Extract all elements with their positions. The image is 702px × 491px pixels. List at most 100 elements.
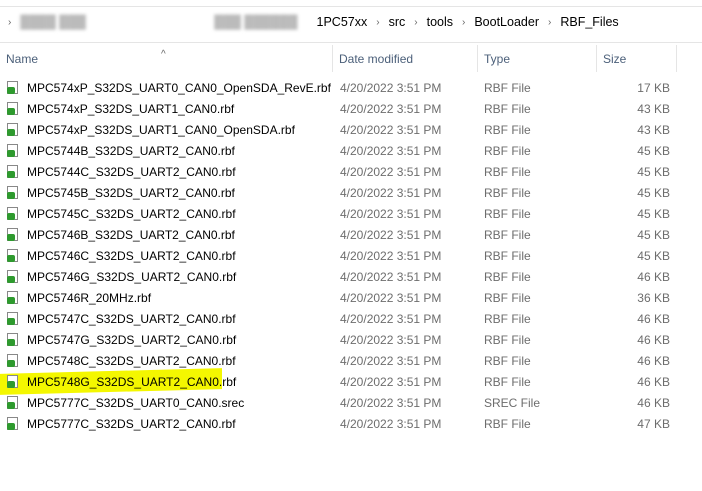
file-row[interactable]: MPC5748C_S32DS_UART2_CAN0.rbf 4/20/2022 3… bbox=[0, 350, 702, 371]
file-date: 4/20/2022 3:51 PM bbox=[340, 396, 442, 410]
column-date[interactable]: Date modified bbox=[333, 45, 478, 72]
file-row[interactable]: MPC5747C_S32DS_UART2_CAN0.rbf 4/20/2022 3… bbox=[0, 308, 702, 329]
file-name: MPC5777C_S32DS_UART2_CAN0.rbf bbox=[27, 417, 236, 431]
file-type: RBF File bbox=[484, 333, 531, 347]
file-date: 4/20/2022 3:51 PM bbox=[340, 144, 442, 158]
file-row[interactable]: MPC5777C_S32DS_UART0_CAN0.srec 4/20/2022 … bbox=[0, 392, 702, 413]
file-type: RBF File bbox=[484, 417, 531, 431]
breadcrumb-item[interactable]: src bbox=[389, 15, 406, 29]
file-icon bbox=[7, 228, 18, 241]
file-name: MPC5747G_S32DS_UART2_CAN0.rbf bbox=[27, 333, 237, 347]
file-row[interactable]: MPC574xP_S32DS_UART1_CAN0_OpenSDA.rbf 4/2… bbox=[0, 119, 702, 140]
file-date: 4/20/2022 3:51 PM bbox=[340, 186, 442, 200]
file-date: 4/20/2022 3:51 PM bbox=[340, 270, 442, 284]
chevron-right-icon[interactable]: › bbox=[414, 17, 417, 28]
file-icon bbox=[7, 312, 18, 325]
file-icon bbox=[7, 186, 18, 199]
file-type: RBF File bbox=[484, 375, 531, 389]
file-name: MPC574xP_S32DS_UART0_CAN0_OpenSDA_RevE.r… bbox=[27, 81, 331, 95]
file-icon bbox=[7, 165, 18, 178]
file-size: 46 KB bbox=[637, 354, 670, 368]
file-type: RBF File bbox=[484, 81, 531, 95]
column-type-label: Type bbox=[484, 52, 511, 66]
file-size: 45 KB bbox=[637, 186, 670, 200]
file-size: 46 KB bbox=[637, 375, 670, 389]
file-date: 4/20/2022 3:51 PM bbox=[340, 81, 442, 95]
file-row[interactable]: MPC5746B_S32DS_UART2_CAN0.rbf 4/20/2022 3… bbox=[0, 224, 702, 245]
breadcrumb: › ████ ███ ███ ██████ 1PC57xx › src › tools… bbox=[8, 12, 619, 32]
divider bbox=[0, 42, 702, 43]
file-name: MPC5744C_S32DS_UART2_CAN0.rbf bbox=[27, 165, 236, 179]
file-icon bbox=[7, 333, 18, 346]
file-size: 46 KB bbox=[637, 270, 670, 284]
file-size: 43 KB bbox=[637, 123, 670, 137]
file-name: MPC574xP_S32DS_UART1_CAN0.rbf bbox=[27, 102, 235, 116]
file-type: RBF File bbox=[484, 144, 531, 158]
file-size: 17 KB bbox=[637, 81, 670, 95]
file-size: 36 KB bbox=[637, 291, 670, 305]
file-date: 4/20/2022 3:51 PM bbox=[340, 228, 442, 242]
chevron-right-icon[interactable]: › bbox=[376, 17, 379, 28]
file-size: 46 KB bbox=[637, 396, 670, 410]
chevron-right-icon[interactable]: › bbox=[8, 17, 11, 28]
file-name: MPC5746B_S32DS_UART2_CAN0.rbf bbox=[27, 228, 235, 242]
file-date: 4/20/2022 3:51 PM bbox=[340, 291, 442, 305]
file-size: 45 KB bbox=[637, 207, 670, 221]
breadcrumb-item[interactable]: BootLoader bbox=[474, 15, 539, 29]
file-icon bbox=[7, 123, 18, 136]
file-size: 45 KB bbox=[637, 228, 670, 242]
file-date: 4/20/2022 3:51 PM bbox=[340, 333, 442, 347]
file-icon bbox=[7, 396, 18, 409]
breadcrumb-item[interactable]: tools bbox=[427, 15, 453, 29]
file-date: 4/20/2022 3:51 PM bbox=[340, 102, 442, 116]
file-name: MPC5748G_S32DS_UART2_CAN0.rbf bbox=[27, 375, 237, 389]
file-date: 4/20/2022 3:51 PM bbox=[340, 417, 442, 431]
file-type: RBF File bbox=[484, 354, 531, 368]
column-size[interactable]: Size bbox=[597, 45, 677, 72]
file-size: 47 KB bbox=[637, 417, 670, 431]
file-row[interactable]: MPC5746R_20MHz.rbf 4/20/2022 3:51 PM RBF F… bbox=[0, 287, 702, 308]
file-name: MPC5777C_S32DS_UART0_CAN0.srec bbox=[27, 396, 245, 410]
file-row[interactable]: MPC5746C_S32DS_UART2_CAN0.rbf 4/20/2022 3… bbox=[0, 245, 702, 266]
file-name: MPC5748C_S32DS_UART2_CAN0.rbf bbox=[27, 354, 236, 368]
file-size: 46 KB bbox=[637, 333, 670, 347]
column-header: ^ Name Date modified Type Size bbox=[0, 45, 702, 72]
file-name: MPC574xP_S32DS_UART1_CAN0_OpenSDA.rbf bbox=[27, 123, 295, 137]
file-row[interactable]: MPC5745C_S32DS_UART2_CAN0.rbf 4/20/2022 3… bbox=[0, 203, 702, 224]
file-type: RBF File bbox=[484, 186, 531, 200]
file-type: RBF File bbox=[484, 228, 531, 242]
file-row[interactable]: MPC5745B_S32DS_UART2_CAN0.rbf 4/20/2022 3… bbox=[0, 182, 702, 203]
file-row[interactable]: MPC5744B_S32DS_UART2_CAN0.rbf 4/20/2022 3… bbox=[0, 140, 702, 161]
chevron-right-icon[interactable]: › bbox=[548, 17, 551, 28]
file-row[interactable]: MPC574xP_S32DS_UART1_CAN0.rbf 4/20/2022 3… bbox=[0, 98, 702, 119]
file-date: 4/20/2022 3:51 PM bbox=[340, 165, 442, 179]
column-date-label: Date modified bbox=[339, 52, 414, 66]
file-row[interactable]: MPC5777C_S32DS_UART2_CAN0.rbf 4/20/2022 3… bbox=[0, 413, 702, 434]
file-name: MPC5746R_20MHz.rbf bbox=[27, 291, 152, 305]
file-type: RBF File bbox=[484, 207, 531, 221]
file-size: 46 KB bbox=[637, 312, 670, 326]
file-name: MPC5745C_S32DS_UART2_CAN0.rbf bbox=[27, 207, 236, 221]
sort-up-icon: ^ bbox=[161, 49, 166, 60]
column-size-label: Size bbox=[603, 52, 627, 66]
file-row[interactable]: MPC5746G_S32DS_UART2_CAN0.rbf 4/20/2022 3… bbox=[0, 266, 702, 287]
file-type: RBF File bbox=[484, 102, 531, 116]
file-list: MPC574xP_S32DS_UART0_CAN0_OpenSDA_RevE.r… bbox=[0, 77, 702, 434]
breadcrumb-item[interactable]: RBF_Files bbox=[560, 15, 618, 29]
file-size: 45 KB bbox=[637, 249, 670, 263]
file-icon bbox=[7, 102, 18, 115]
file-row[interactable]: MPC5748G_S32DS_UART2_CAN0.rbf 4/20/2022 3… bbox=[0, 368, 702, 395]
file-date: 4/20/2022 3:51 PM bbox=[340, 375, 442, 389]
chevron-right-icon[interactable]: › bbox=[462, 17, 465, 28]
column-type[interactable]: Type bbox=[478, 45, 597, 72]
file-date: 4/20/2022 3:51 PM bbox=[340, 312, 442, 326]
file-row[interactable]: MPC5744C_S32DS_UART2_CAN0.rbf 4/20/2022 3… bbox=[0, 161, 702, 182]
file-date: 4/20/2022 3:51 PM bbox=[340, 123, 442, 137]
column-name[interactable]: ^ Name bbox=[0, 45, 333, 72]
file-type: RBF File bbox=[484, 291, 531, 305]
breadcrumb-item[interactable]: 1PC57xx bbox=[317, 15, 368, 29]
file-row[interactable]: MPC574xP_S32DS_UART0_CAN0_OpenSDA_RevE.r… bbox=[0, 77, 702, 98]
file-name: MPC5744B_S32DS_UART2_CAN0.rbf bbox=[27, 144, 235, 158]
file-row[interactable]: MPC5747G_S32DS_UART2_CAN0.rbf 4/20/2022 3… bbox=[0, 329, 702, 350]
file-icon bbox=[7, 291, 18, 304]
